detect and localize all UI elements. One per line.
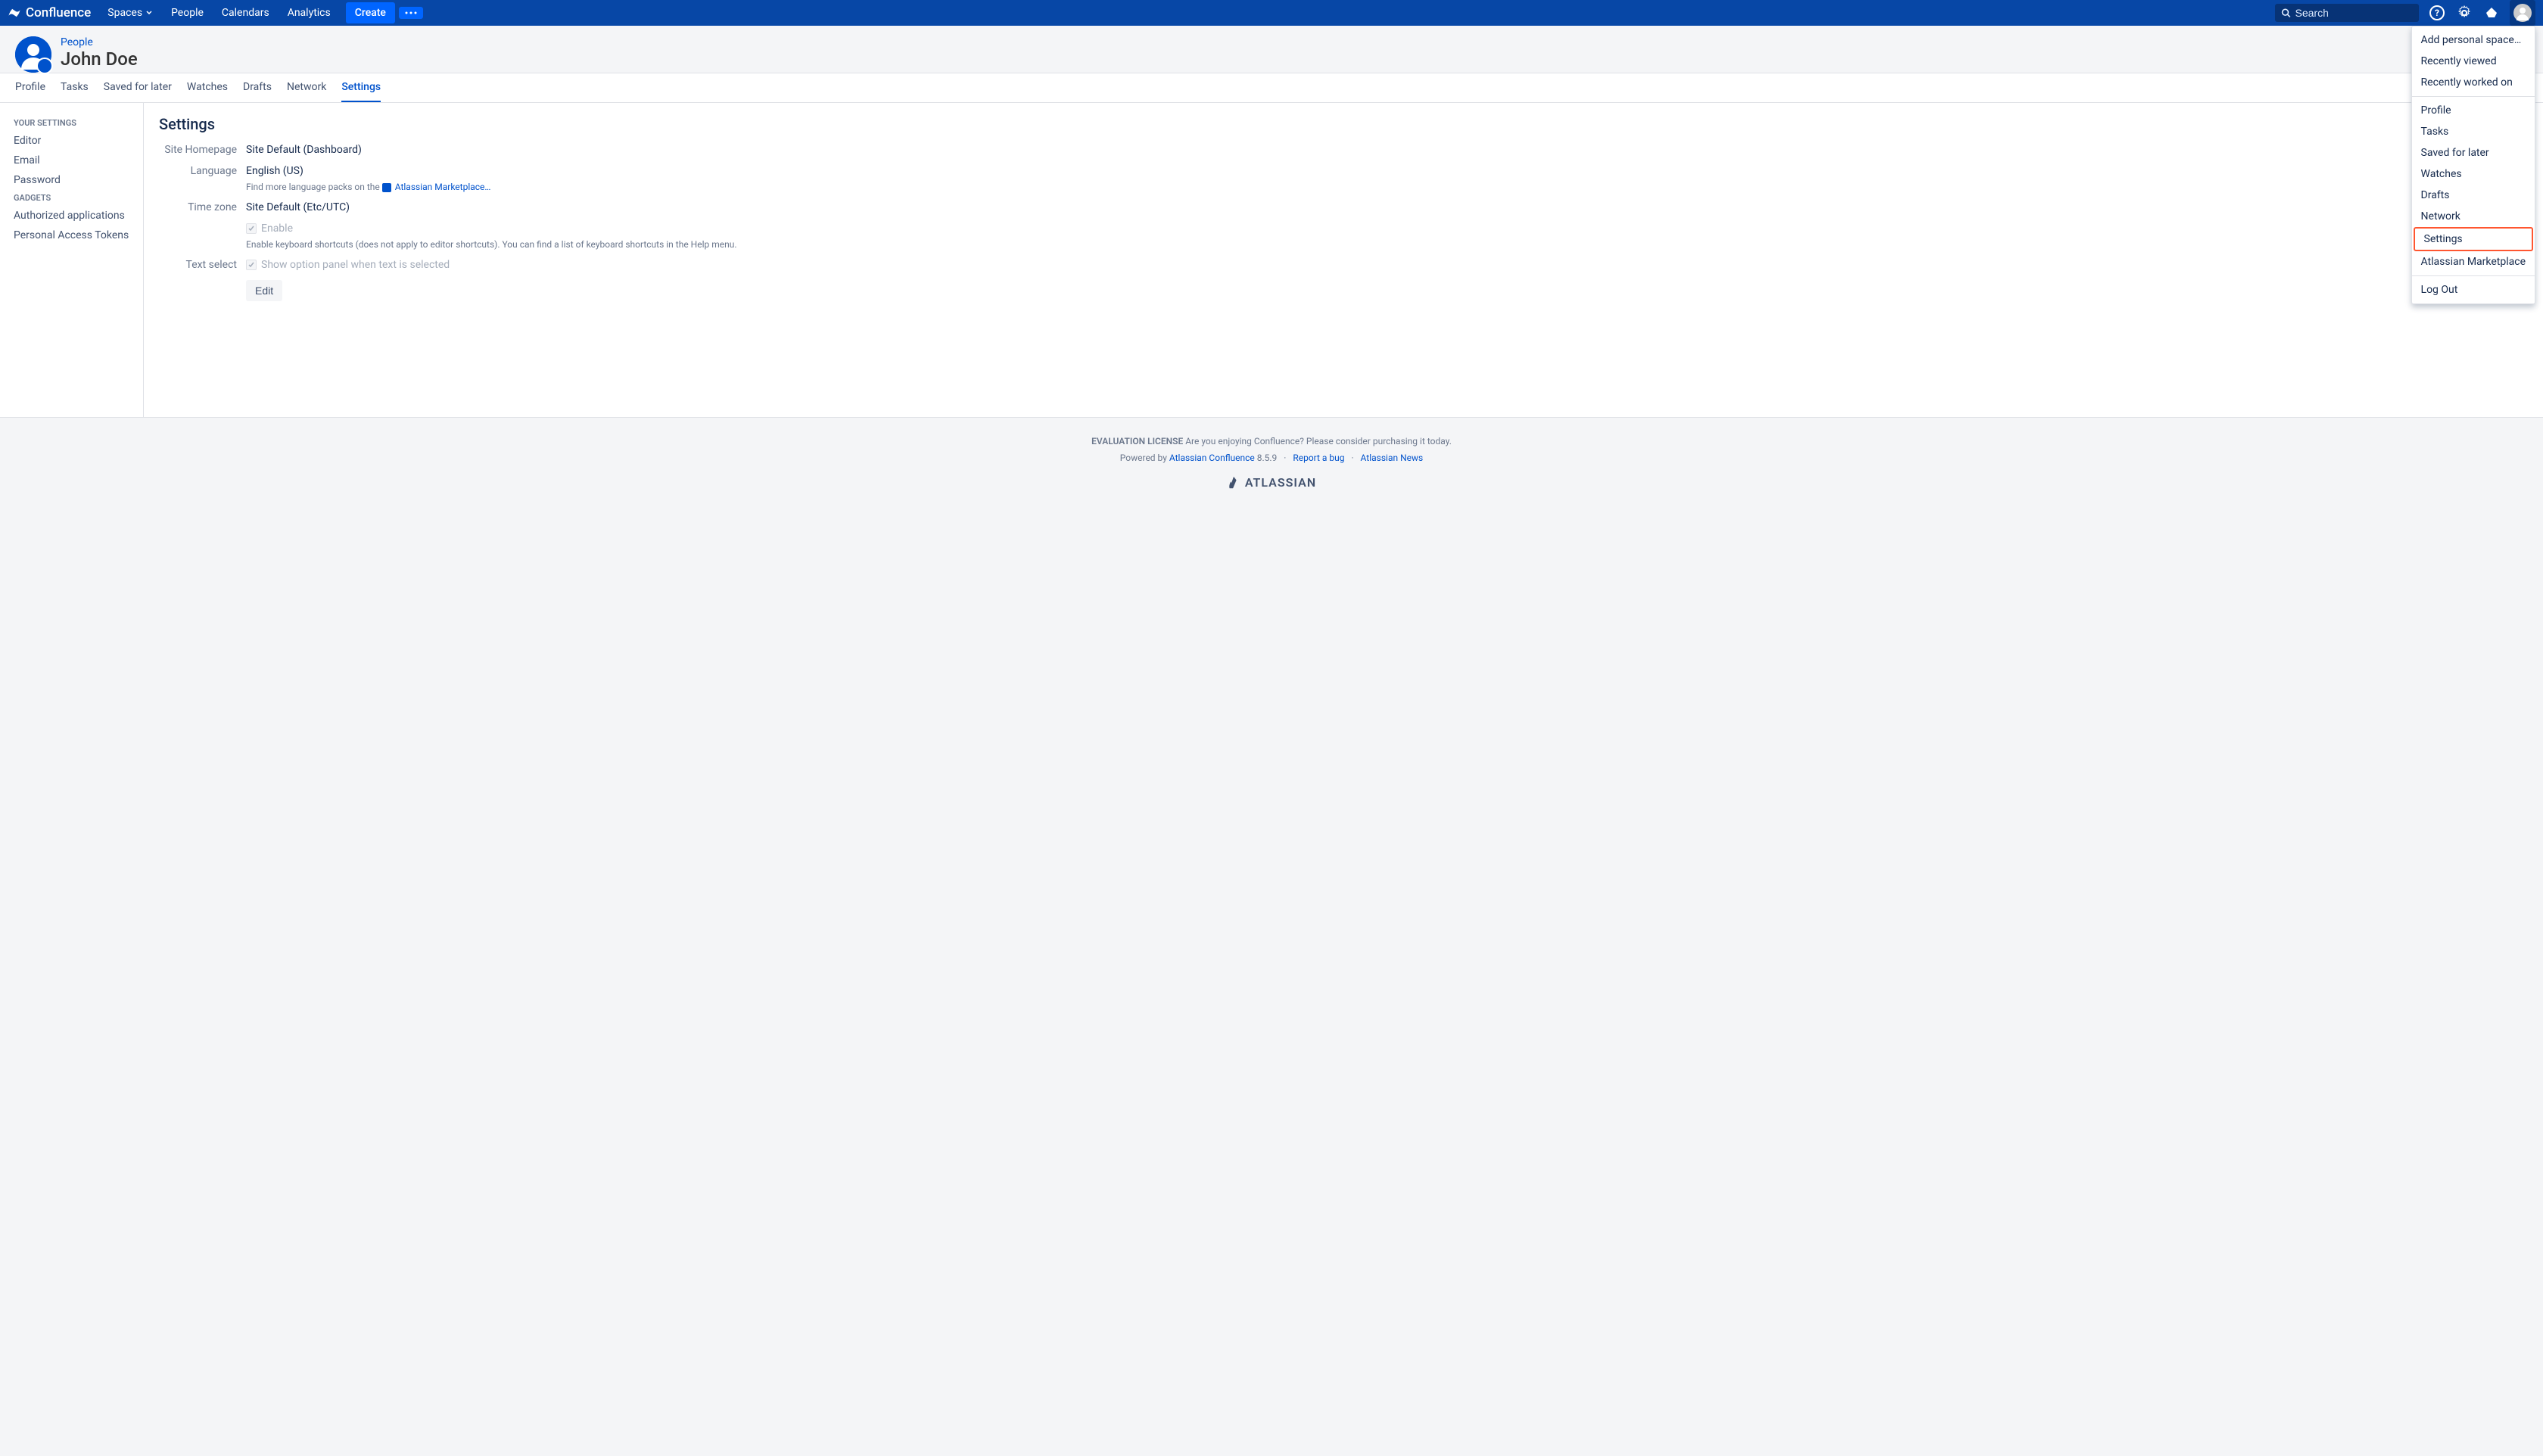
license-bold: EVALUATION LICENSE	[1091, 436, 1183, 446]
label-text-select: Text select	[159, 259, 246, 271]
logo[interactable]: Confluence	[8, 5, 91, 20]
label-language: Language	[159, 165, 246, 177]
search-icon	[2281, 8, 2291, 18]
page-header: People John Doe	[0, 26, 2543, 73]
dropdown-add-space[interactable]: Add personal space…	[2412, 30, 2535, 51]
dropdown-profile[interactable]: Profile	[2412, 100, 2535, 121]
notification-icon[interactable]	[2482, 4, 2501, 22]
help-keyboard: Enable keyboard shortcuts (does not appl…	[246, 239, 2528, 250]
marketplace-link[interactable]: Atlassian Marketplace…	[395, 182, 491, 192]
label-timezone: Time zone	[159, 201, 246, 213]
checkbox-text-select	[246, 260, 257, 270]
nav-right: ?	[2275, 0, 2535, 26]
help-icon[interactable]: ?	[2428, 4, 2446, 22]
dropdown-saved[interactable]: Saved for later	[2412, 142, 2535, 163]
dropdown-recently-worked[interactable]: Recently worked on	[2412, 72, 2535, 93]
dropdown-tasks[interactable]: Tasks	[2412, 121, 2535, 142]
gear-icon[interactable]	[2455, 4, 2473, 22]
tab-watches[interactable]: Watches	[187, 73, 228, 102]
value-timezone: Site Default (Etc/UTC)	[246, 201, 2528, 213]
label-site-homepage: Site Homepage	[159, 144, 246, 156]
marketplace-icon	[382, 183, 391, 192]
nav-calendars[interactable]: Calendars	[214, 2, 277, 23]
confluence-icon	[8, 6, 21, 20]
tab-saved[interactable]: Saved for later	[104, 73, 172, 102]
help-language: Find more language packs on the Atlassia…	[246, 182, 2528, 192]
footer: EVALUATION LICENSE Are you enjoying Conf…	[0, 417, 2543, 508]
atlassian-logo[interactable]: ATLASSIAN	[0, 475, 2543, 490]
more-button[interactable]	[399, 7, 423, 19]
sidebar-email[interactable]: Email	[0, 151, 143, 170]
sidebar-tokens[interactable]: Personal Access Tokens	[0, 226, 143, 245]
sidebar-heading-gadgets: GADGETS	[0, 190, 143, 206]
dropdown-logout[interactable]: Log Out	[2412, 279, 2535, 300]
atlassian-icon	[1227, 476, 1240, 490]
powered-prefix: Powered by	[1120, 453, 1169, 463]
nav-items: Spaces People Calendars Analytics Create	[100, 2, 423, 23]
dropdown-settings[interactable]: Settings	[2414, 227, 2533, 251]
user-dropdown: Add personal space… Recently viewed Rece…	[2411, 26, 2535, 304]
create-button[interactable]: Create	[346, 2, 395, 23]
dropdown-divider	[2412, 96, 2535, 97]
page-title: John Doe	[61, 48, 138, 70]
edit-button[interactable]: Edit	[246, 280, 282, 301]
dropdown-marketplace[interactable]: Atlassian Marketplace	[2412, 251, 2535, 272]
avatar-icon	[2513, 4, 2532, 22]
sidebar-auth-apps[interactable]: Authorized applications	[0, 206, 143, 226]
nav-people[interactable]: People	[163, 2, 211, 23]
tabs: Profile Tasks Saved for later Watches Dr…	[0, 73, 2543, 103]
top-nav: Confluence Spaces People Calendars Analy…	[0, 0, 2543, 26]
sidebar-password[interactable]: Password	[0, 170, 143, 190]
search-input[interactable]	[2296, 7, 2413, 19]
chevron-down-icon	[145, 9, 153, 17]
tab-drafts[interactable]: Drafts	[243, 73, 272, 102]
value-site-homepage: Site Default (Dashboard)	[246, 144, 2528, 156]
tab-settings[interactable]: Settings	[341, 73, 381, 102]
tab-network[interactable]: Network	[287, 73, 326, 102]
dropdown-recently-viewed[interactable]: Recently viewed	[2412, 51, 2535, 72]
nav-analytics[interactable]: Analytics	[280, 2, 338, 23]
nav-spaces[interactable]: Spaces	[100, 2, 160, 23]
sidebar: YOUR SETTINGS Editor Email Password GADG…	[0, 103, 144, 417]
tab-profile[interactable]: Profile	[15, 73, 45, 102]
search-box[interactable]	[2275, 4, 2419, 22]
checkbox-keyboard-label: Enable	[261, 222, 293, 235]
user-avatar-large	[15, 36, 51, 73]
ellipsis-icon	[405, 11, 417, 14]
dropdown-divider	[2412, 275, 2535, 276]
breadcrumb-people[interactable]: People	[61, 36, 138, 48]
checkbox-text-select-label: Show option panel when text is selected	[261, 259, 450, 271]
checkbox-keyboard	[246, 223, 257, 234]
dropdown-network[interactable]: Network	[2412, 206, 2535, 227]
svg-text:?: ?	[2435, 8, 2439, 18]
sidebar-heading-settings: YOUR SETTINGS	[0, 115, 143, 131]
license-text: Are you enjoying Confluence? Please cons…	[1183, 436, 1452, 446]
content-area: YOUR SETTINGS Editor Email Password GADG…	[0, 103, 2543, 417]
version: 8.5.9	[1255, 453, 1278, 463]
main-content: Settings Site Homepage Site Default (Das…	[144, 103, 2543, 417]
dropdown-watches[interactable]: Watches	[2412, 163, 2535, 185]
tab-tasks[interactable]: Tasks	[61, 73, 89, 102]
value-language: English (US)	[246, 165, 2528, 177]
settings-title: Settings	[159, 115, 2528, 133]
news-link[interactable]: Atlassian News	[1361, 453, 1424, 463]
powered-link[interactable]: Atlassian Confluence	[1169, 453, 1255, 463]
dropdown-drafts[interactable]: Drafts	[2412, 185, 2535, 206]
sidebar-editor[interactable]: Editor	[0, 131, 143, 151]
user-menu-button[interactable]	[2510, 0, 2535, 26]
logo-text: Confluence	[26, 5, 91, 20]
report-bug-link[interactable]: Report a bug	[1293, 453, 1344, 463]
